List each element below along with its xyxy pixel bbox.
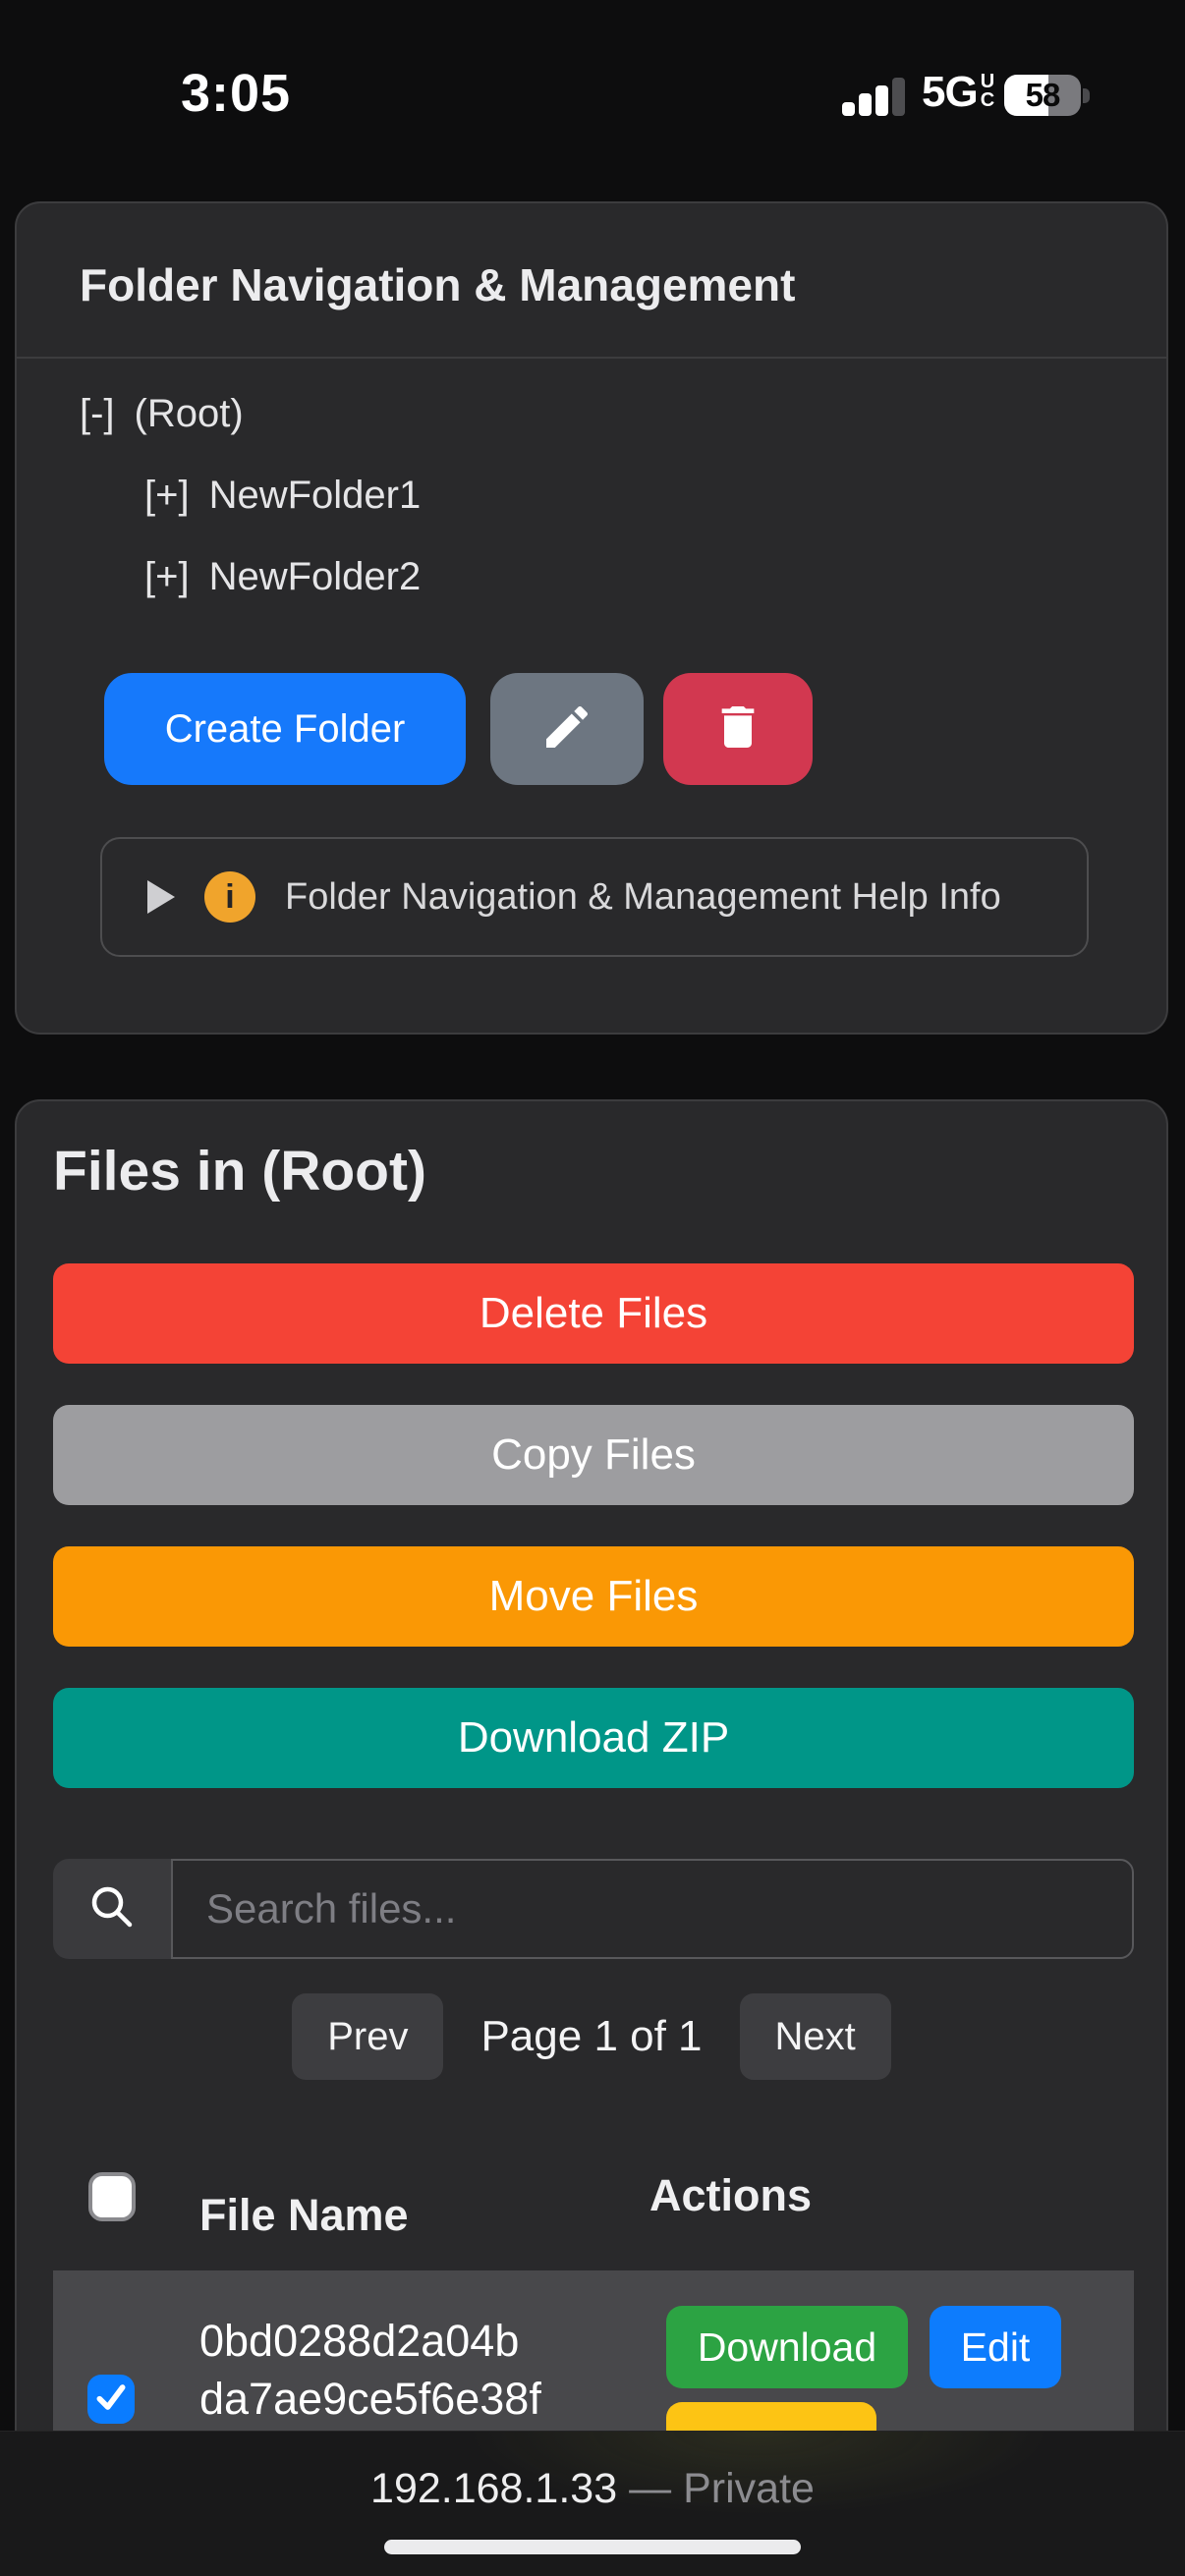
network-type-label: 5G [922, 71, 978, 114]
prev-page-button[interactable]: Prev [292, 1993, 443, 2080]
search-button[interactable] [53, 1859, 171, 1959]
file-search-bar [53, 1859, 1134, 1959]
tree-folder-label[interactable]: (Root) [135, 392, 244, 436]
pencil-icon [539, 700, 594, 759]
download-zip-button[interactable]: Download ZIP [53, 1688, 1134, 1788]
delete-files-button[interactable]: Delete Files [53, 1263, 1134, 1364]
row-checkbox-checked[interactable] [87, 2375, 135, 2424]
tree-toggle-expand[interactable]: [+] [144, 555, 190, 599]
search-icon [85, 1880, 139, 1938]
network-band-label: U C [981, 73, 994, 110]
file-name-column-header: File Name [199, 2190, 409, 2241]
select-all-checkbox[interactable] [88, 2172, 136, 2221]
checkmark-icon [91, 2378, 131, 2422]
home-indicator[interactable] [384, 2540, 801, 2554]
folder-actions-row: Create Folder [17, 673, 1166, 785]
browser-toolbar: 192.168.1.33 — Private [0, 2431, 1185, 2576]
tree-folder-label[interactable]: NewFolder1 [209, 474, 422, 518]
tree-item-root[interactable]: [-] (Root) [80, 392, 244, 436]
url-separator: — [629, 2465, 671, 2513]
cellular-signal-icon [842, 77, 905, 116]
tree-toggle-expand[interactable]: [+] [144, 474, 190, 518]
create-folder-button[interactable]: Create Folder [104, 673, 466, 785]
folder-card-title: Folder Navigation & Management [80, 258, 795, 311]
files-card-title: Files in (Root) [53, 1139, 426, 1204]
delete-folder-button[interactable] [663, 673, 813, 785]
private-mode-label: Private [683, 2465, 815, 2513]
help-label: Folder Navigation & Management Help Info [285, 876, 1001, 919]
battery-percentage: 58 [1004, 75, 1081, 116]
page-indicator: Page 1 of 1 [480, 2012, 702, 2061]
pagination: Prev Page 1 of 1 Next [17, 1993, 1166, 2080]
tree-item-newfolder1[interactable]: [+] NewFolder1 [144, 474, 421, 518]
copy-files-button[interactable]: Copy Files [53, 1405, 1134, 1505]
tree-toggle-collapse[interactable]: [-] [80, 392, 115, 436]
tree-folder-label[interactable]: NewFolder2 [209, 555, 422, 599]
battery-nub [1083, 88, 1090, 103]
download-file-button[interactable]: Download [666, 2306, 908, 2388]
address-bar[interactable]: 192.168.1.33 — Private [0, 2465, 1185, 2513]
status-time: 3:05 [147, 63, 324, 124]
tree-item-newfolder2[interactable]: [+] NewFolder2 [144, 555, 421, 599]
search-input[interactable] [171, 1859, 1134, 1959]
iphone-screen: 3:05 5G U C 58 Folder Navigation & Manag… [0, 0, 1185, 2576]
files-card: Files in (Root) Delete Files Copy Files … [15, 1099, 1168, 2457]
move-files-button[interactable]: Move Files [53, 1546, 1134, 1647]
rename-folder-button[interactable] [490, 673, 644, 785]
actions-column-header: Actions [649, 2170, 812, 2221]
card-divider [17, 357, 1166, 359]
url-text: 192.168.1.33 [370, 2465, 617, 2513]
info-icon: i [204, 871, 255, 923]
edit-file-button[interactable]: Edit [930, 2306, 1061, 2388]
folder-help-disclosure[interactable]: i Folder Navigation & Management Help In… [100, 837, 1089, 957]
trash-icon [710, 700, 765, 759]
folder-navigation-card: Folder Navigation & Management [-] (Root… [15, 201, 1168, 1035]
battery-icon: 58 [1004, 75, 1081, 116]
next-page-button[interactable]: Next [740, 1993, 891, 2080]
network-type-indicator: 5G U C [922, 71, 994, 114]
triangle-right-icon[interactable] [147, 880, 175, 914]
file-name-cell: 0bd0288d2a04b da7ae9ce5f6e38f [199, 2312, 541, 2428]
